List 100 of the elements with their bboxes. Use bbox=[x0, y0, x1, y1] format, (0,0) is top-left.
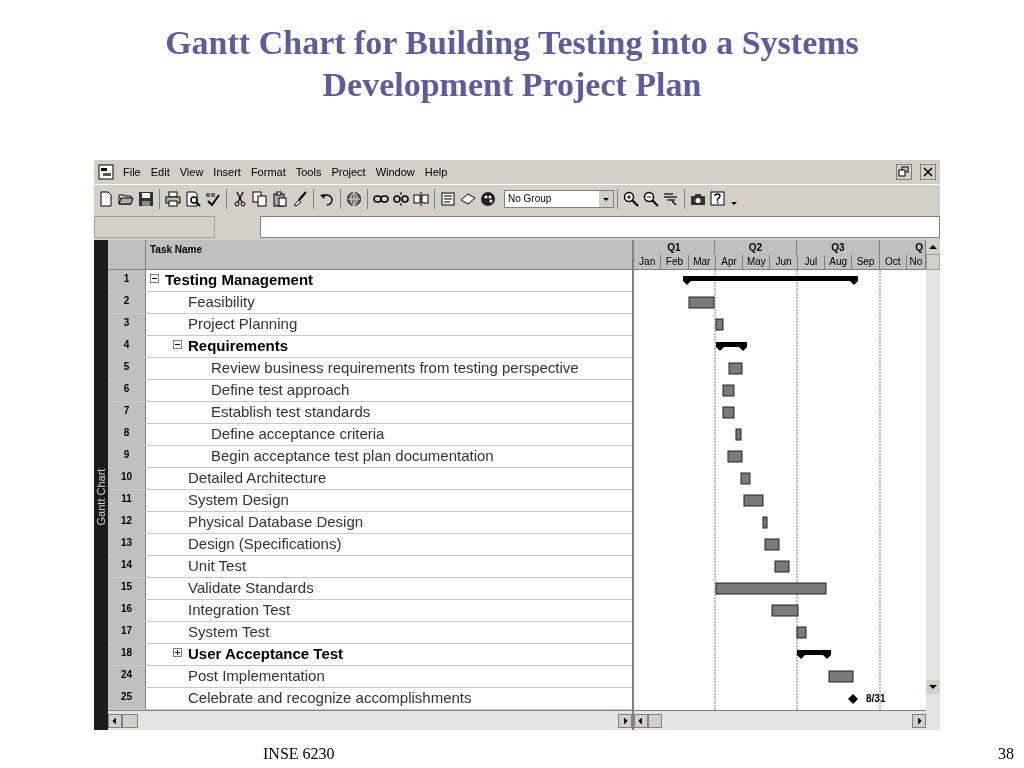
scroll-right-icon[interactable] bbox=[618, 713, 632, 728]
task-name: Post Implementation bbox=[188, 666, 325, 687]
menu-item[interactable]: Format bbox=[247, 163, 289, 181]
task-name: Establish test standards bbox=[211, 402, 371, 423]
menu-item[interactable]: View bbox=[176, 163, 207, 181]
group-dropdown[interactable]: No Group bbox=[504, 189, 614, 208]
task-name: Review business requirements from testing perspective bbox=[211, 358, 579, 379]
scroll-right-icon[interactable] bbox=[912, 713, 926, 728]
column-header[interactable]: Task Name bbox=[146, 240, 632, 270]
horizontal-scrollbar[interactable] bbox=[108, 710, 632, 730]
menu-item[interactable]: Help bbox=[421, 163, 451, 181]
spelling-icon[interactable] bbox=[205, 190, 221, 207]
task-name: Design (Specifications) bbox=[188, 534, 342, 555]
row-number[interactable]: 1 bbox=[108, 270, 146, 291]
row-number[interactable]: 18 bbox=[108, 644, 146, 665]
task-name: Detailed Architecture bbox=[188, 468, 327, 489]
task-name: Testing Management bbox=[165, 270, 314, 291]
new-document-icon[interactable] bbox=[98, 190, 114, 207]
row-number[interactable]: 13 bbox=[108, 534, 146, 555]
row-number[interactable]: 14 bbox=[108, 556, 146, 577]
split-icon[interactable] bbox=[413, 190, 429, 207]
task-bar bbox=[764, 538, 780, 551]
row-number[interactable]: 15 bbox=[108, 578, 146, 599]
scissors-icon[interactable] bbox=[232, 190, 248, 207]
row-number[interactable]: 25 bbox=[108, 688, 146, 709]
timescale-label: Jul bbox=[797, 255, 826, 269]
copy-icon[interactable] bbox=[252, 190, 268, 207]
app-icon[interactable] bbox=[98, 164, 114, 180]
row-number[interactable]: 5 bbox=[108, 358, 146, 379]
unlink-icon[interactable] bbox=[393, 190, 409, 207]
menu-item[interactable]: Insert bbox=[210, 163, 244, 181]
dropdown-caret-icon[interactable] bbox=[599, 190, 613, 207]
row-number[interactable]: 10 bbox=[108, 468, 146, 489]
timescale-label: Sep bbox=[852, 255, 880, 269]
paste-icon[interactable] bbox=[272, 190, 288, 207]
row-number[interactable]: 11 bbox=[108, 490, 146, 511]
collapse-icon[interactable] bbox=[173, 340, 182, 349]
row-number[interactable]: 9 bbox=[108, 446, 146, 467]
row-number[interactable]: 24 bbox=[108, 666, 146, 687]
view-bar[interactable]: Gantt Chart bbox=[94, 240, 108, 730]
task-bar bbox=[828, 670, 854, 683]
page-number: 38 bbox=[998, 744, 1014, 764]
task-bar bbox=[740, 472, 751, 485]
timescale-label: Apr bbox=[715, 255, 744, 269]
menu-item[interactable]: Window bbox=[372, 163, 418, 181]
printer-icon[interactable] bbox=[165, 190, 181, 207]
zoom-out-icon[interactable] bbox=[643, 190, 659, 207]
row-number[interactable]: 2 bbox=[108, 292, 146, 313]
task-bar bbox=[728, 362, 743, 375]
task-name: System Design bbox=[188, 490, 289, 511]
menu-item[interactable]: Project bbox=[328, 163, 369, 181]
task-name: Requirements bbox=[188, 336, 289, 357]
task-name: Project Planning bbox=[188, 314, 298, 335]
close-icon[interactable] bbox=[920, 164, 936, 180]
task-bar bbox=[722, 406, 735, 419]
row-number[interactable]: 17 bbox=[108, 622, 146, 643]
restore-icon[interactable] bbox=[896, 164, 912, 180]
row-number[interactable]: 3 bbox=[108, 314, 146, 335]
row-number[interactable]: 4 bbox=[108, 336, 146, 357]
timescale-label: Jan bbox=[634, 255, 662, 269]
zoom-in-icon[interactable] bbox=[623, 190, 639, 207]
row-number[interactable]: 8 bbox=[108, 424, 146, 445]
menu-item[interactable]: Tools bbox=[292, 163, 325, 181]
task-name: Validate Standards bbox=[188, 578, 314, 599]
summary-bar bbox=[797, 650, 831, 659]
cell-reference-field[interactable] bbox=[94, 216, 215, 238]
brush-icon[interactable] bbox=[292, 190, 308, 207]
row-number[interactable]: 12 bbox=[108, 512, 146, 533]
scroll-left-icon[interactable] bbox=[108, 713, 122, 728]
scroll-up-icon[interactable] bbox=[926, 240, 940, 254]
print-preview-icon[interactable] bbox=[185, 190, 201, 207]
row-number[interactable]: 7 bbox=[108, 402, 146, 423]
task-bar bbox=[722, 384, 735, 397]
row-number[interactable]: 16 bbox=[108, 600, 146, 621]
help-icon[interactable] bbox=[710, 190, 726, 207]
milestone-marker bbox=[848, 694, 858, 704]
row-number[interactable]: 6 bbox=[108, 380, 146, 401]
expand-icon[interactable] bbox=[173, 648, 182, 657]
column-header bbox=[108, 240, 146, 270]
task-name: Celebrate and recognize accomplishments bbox=[188, 688, 472, 709]
scroll-thumb[interactable] bbox=[122, 713, 138, 728]
task-name: Begin acceptance test plan documentation bbox=[211, 446, 494, 467]
scroll-left-icon[interactable] bbox=[634, 713, 648, 728]
horizontal-scrollbar[interactable] bbox=[634, 710, 926, 730]
menu-item[interactable]: File bbox=[120, 163, 144, 181]
collapse-icon[interactable] bbox=[150, 274, 159, 283]
scroll-thumb[interactable] bbox=[926, 254, 940, 270]
timescale-label: Aug bbox=[825, 255, 853, 269]
globe-icon[interactable] bbox=[346, 190, 362, 207]
scroll-thumb[interactable] bbox=[648, 713, 662, 728]
scroll-down-icon[interactable] bbox=[926, 680, 940, 694]
timescale-label: Jun bbox=[770, 255, 798, 269]
notes-icon[interactable] bbox=[440, 190, 456, 207]
task-bar bbox=[727, 450, 743, 463]
task-name: Define acceptance criteria bbox=[211, 424, 385, 445]
menu-item[interactable]: Edit bbox=[147, 163, 173, 181]
slide-title: Gantt Chart for Building Testing into a Systems Development Project Plan bbox=[164, 23, 860, 105]
task-bar bbox=[762, 516, 768, 529]
entry-field[interactable] bbox=[260, 216, 940, 238]
vertical-scrollbar[interactable] bbox=[926, 240, 940, 730]
